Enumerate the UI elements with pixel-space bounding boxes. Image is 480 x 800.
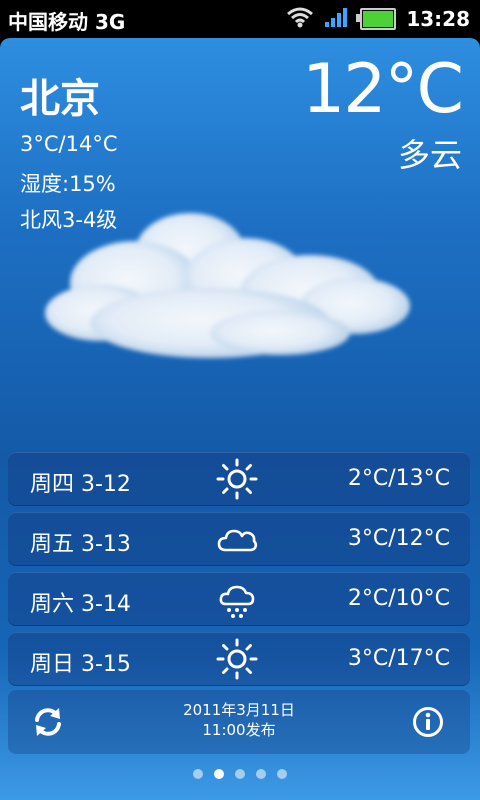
sunny-icon [216,638,258,680]
current-condition: 多云 [397,136,462,174]
current-temperature: 12°C [301,50,464,129]
forecast-day: 周日 3-15 [30,652,131,677]
update-time: 11:00发布 [202,721,276,739]
sunny-icon [216,458,258,500]
footer-bar: 2011年3月11日 11:00发布 [8,690,470,754]
weather-panel[interactable]: 北京 3°C/14°C 湿度:15% 北风3-4级 12°C 多云 周四 3-1… [0,38,480,800]
forecast-row[interactable]: 周日 3-15 3°C/17°C [8,632,470,686]
update-date: 2011年3月11日 [183,701,295,719]
humidity: 湿度:15% [20,172,116,196]
forecast-day: 周六 3-14 [30,592,131,617]
status-bar: 中国移动 3G 13:28 [0,0,480,38]
temp-range: 3°C/14°C [20,132,118,156]
info-icon[interactable] [412,706,444,738]
signal-icon [324,6,350,32]
forecast-day: 周四 3-12 [30,472,131,497]
forecast-temp: 3°C/17°C [347,646,450,671]
page-dot[interactable] [235,769,245,779]
page-dot[interactable] [193,769,203,779]
cloudy-icon [217,529,258,552]
battery-icon [356,8,397,30]
snow-icon [219,585,255,618]
forecast-row[interactable]: 周五 3-13 3°C/12°C [8,512,470,566]
page-dot-active[interactable] [214,769,224,779]
cloud-icon [45,213,410,358]
forecast-temp: 3°C/12°C [347,526,450,551]
page-indicator[interactable] [0,769,480,779]
forecast-row[interactable]: 周四 3-12 2°C/13°C [8,452,470,506]
forecast-temp: 2°C/10°C [347,586,450,611]
city-name[interactable]: 北京 [20,66,100,124]
forecast-temp: 2°C/13°C [347,466,450,491]
forecast-row[interactable]: 周六 3-14 2°C/10°C [8,572,470,626]
update-info: 2011年3月11日 11:00发布 [8,700,470,740]
status-time: 13:28 [406,7,470,31]
page-dot[interactable] [277,769,287,779]
forecast-day: 周五 3-13 [30,532,131,557]
carrier-label: 中国移动 3G [8,10,126,34]
page-dot[interactable] [256,769,266,779]
wifi-icon [286,6,314,32]
